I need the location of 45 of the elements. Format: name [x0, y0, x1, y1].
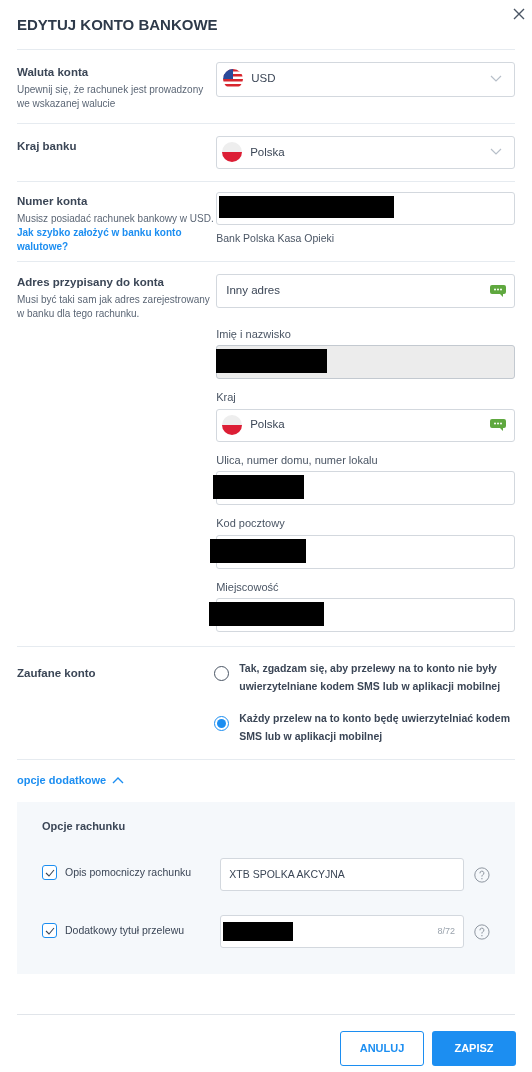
checkbox[interactable]	[42, 865, 57, 880]
field-value: XTB SPOLKA AKCYJNA	[229, 866, 345, 882]
select-value: Polska	[250, 144, 285, 160]
flag-icon	[222, 142, 243, 163]
checkbox-label: Opis pomocniczy rachunku	[65, 864, 192, 880]
char-counter: 8/72	[437, 924, 456, 938]
chevron-down-icon	[490, 148, 502, 157]
country-select[interactable]: Polska	[216, 135, 515, 169]
field-label: Adres przypisany do konta	[17, 274, 165, 290]
field-label: Miejscowość	[216, 579, 280, 595]
checkbox-label: Dodatkowy tytuł przelewu	[65, 922, 185, 938]
country-select[interactable]: Polska	[216, 408, 515, 442]
field-label: Waluta konta	[17, 64, 90, 80]
field-label: Ulica, numer domu, numer lokalu	[216, 452, 379, 468]
text-field[interactable]: XTB SPOLKA AKCYJNA	[220, 858, 465, 891]
chevron-down-icon	[490, 75, 502, 83]
checkbox[interactable]	[42, 923, 57, 938]
chevron-up-icon	[112, 776, 125, 785]
address-select[interactable]: Inny adres	[216, 273, 515, 308]
help-link[interactable]: Jak szybko założyć w banku konto walutowe?	[17, 226, 217, 254]
select-value: Polska	[250, 417, 285, 433]
field-hint: Musisz posiadać rachunek bankowy w USD.	[17, 212, 215, 226]
select-value: USD	[251, 71, 276, 87]
currency-select[interactable]: USD	[216, 61, 515, 97]
flag-icon	[222, 415, 243, 435]
close-icon[interactable]	[513, 8, 525, 20]
flag-icon	[223, 69, 244, 89]
field-label: Kod pocztowy	[216, 516, 286, 531]
field-label: Zaufane konto	[17, 666, 97, 681]
field-label: Imię i nazwisko	[216, 326, 292, 342]
account-number-field[interactable]	[216, 191, 515, 225]
field-hint: Musi być taki sam jak adres zarejestrowany w banku dla tego rachunku.	[17, 292, 211, 321]
text-field[interactable]	[216, 471, 515, 505]
field-label: Numer konta	[17, 193, 89, 209]
chat-icon	[489, 283, 507, 298]
bank-name: Bank Polska Kasa Opieki	[216, 230, 336, 246]
chat-icon	[489, 418, 507, 432]
radio-label: Tak, zgadzam się, aby przelewy na to konto nie były uwierzytelniane kodem SMS lub w aplikacji mobilnej	[239, 661, 502, 694]
field-hint: Upewnij się, że rachunek jest prowadzony we wskazanej walucie	[17, 82, 205, 111]
field-label: Kraj	[216, 390, 237, 405]
select-value: Inny adres	[226, 282, 280, 298]
dialog-title: EDYTUJ KONTO BANKOWE	[17, 15, 218, 35]
radio-label: Każdy przelew na to konto będę uwierzytelniać kodem SMS lub w aplikacji mobilnej	[239, 711, 511, 744]
panel-title: Opcje rachunku	[42, 818, 127, 834]
field-label: Kraj banku	[17, 138, 78, 154]
